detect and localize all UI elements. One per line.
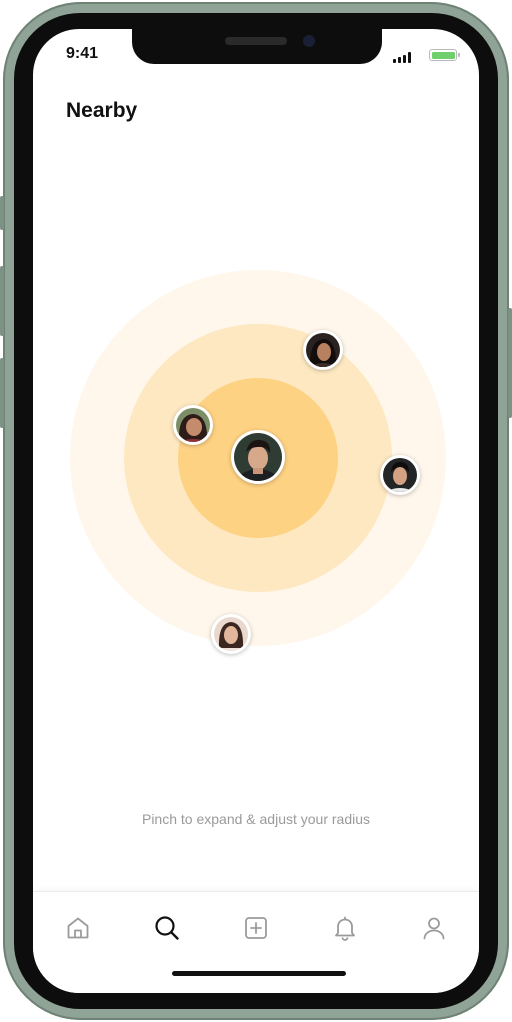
man-portrait-avatar	[234, 433, 282, 481]
nearby-user-avatar[interactable]	[173, 405, 213, 445]
status-time: 9:41	[66, 45, 99, 62]
nearby-user-avatar[interactable]	[303, 330, 343, 370]
tab-search[interactable]	[147, 908, 187, 948]
tab-profile[interactable]	[414, 908, 454, 948]
tab-notifications[interactable]	[325, 908, 365, 948]
bottom-tab-bar	[33, 891, 479, 993]
volume-up-button	[0, 266, 4, 336]
front-camera	[303, 35, 315, 47]
search-icon	[155, 916, 179, 940]
nearby-user-avatar[interactable]	[211, 614, 251, 654]
silent-switch	[0, 196, 4, 230]
man-portrait-avatar	[383, 458, 417, 492]
radius-hint-text: Pinch to expand & adjust your radius	[141, 811, 371, 827]
home-indicator[interactable]	[172, 971, 346, 976]
home-icon	[67, 917, 89, 939]
profile-icon	[423, 917, 445, 940]
battery-level	[431, 51, 455, 59]
page-title: Nearby	[66, 99, 138, 122]
volume-down-button	[0, 358, 4, 428]
add-square-icon	[245, 917, 267, 939]
tab-home[interactable]	[58, 908, 98, 948]
center-user-avatar[interactable]	[231, 430, 285, 484]
nearby-radar[interactable]	[33, 29, 479, 993]
power-button	[508, 308, 512, 418]
cellular-signal-icon	[393, 52, 413, 63]
tab-add[interactable]	[236, 908, 276, 948]
woman-portrait-avatar	[214, 617, 248, 651]
speaker-grille	[225, 37, 287, 45]
battery-icon	[429, 49, 460, 61]
woman-portrait-avatar	[176, 408, 210, 442]
nearby-user-avatar[interactable]	[380, 455, 420, 495]
bell-icon	[335, 916, 355, 941]
notch	[132, 29, 382, 64]
app-screen: 9:41 Nearby Pinch to expand & adjust you…	[33, 29, 479, 993]
woman-portrait-avatar	[306, 333, 340, 367]
